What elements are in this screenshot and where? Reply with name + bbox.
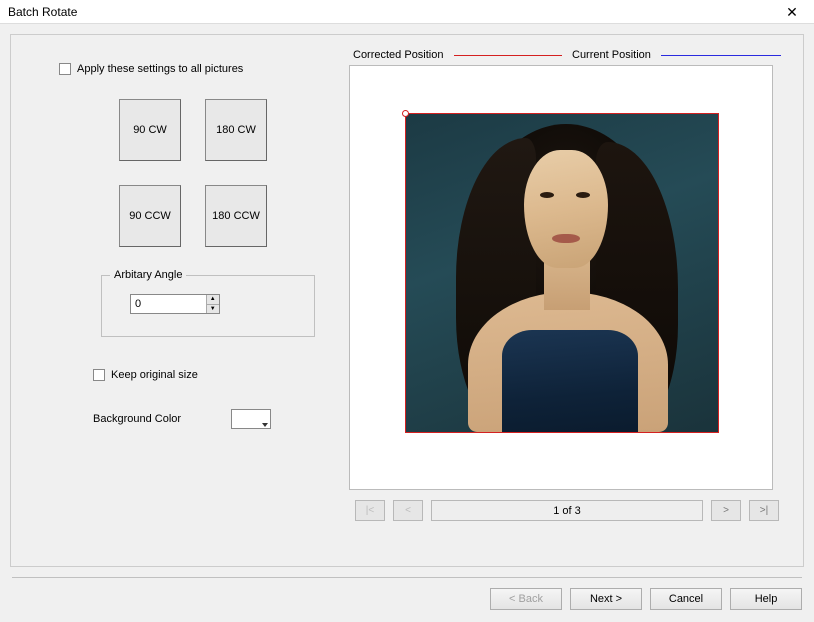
pager-first-button[interactable]: |<: [355, 500, 385, 521]
spinner-up-button[interactable]: ▲: [207, 295, 219, 305]
pager-status: 1 of 3: [431, 500, 703, 521]
back-button[interactable]: < Back: [490, 588, 562, 610]
arbitrary-angle-input[interactable]: [131, 295, 206, 313]
preview-canvas[interactable]: [349, 65, 773, 490]
preview-pane: Corrected Position Current Position: [349, 49, 785, 548]
keep-size-row: Keep original size: [93, 369, 329, 381]
next-button[interactable]: Next >: [570, 588, 642, 610]
legend-current-line: [661, 55, 781, 56]
preview-image-frame: [405, 113, 719, 433]
arbitrary-angle-label: Arbitary Angle: [110, 269, 186, 281]
bgcolor-picker[interactable]: [231, 409, 271, 429]
cancel-button[interactable]: Cancel: [650, 588, 722, 610]
pager-prev-button[interactable]: <: [393, 500, 423, 521]
dialog-body: Apply these settings to all pictures 90 …: [0, 24, 814, 622]
rotate-button-grid: 90 CW 180 CW 90 CCW 180 CCW: [119, 99, 329, 247]
content-frame: Apply these settings to all pictures 90 …: [10, 34, 804, 567]
legend-current: Current Position: [572, 49, 781, 61]
arbitrary-angle-spinner[interactable]: ▲ ▼: [130, 294, 220, 314]
pager-last-button[interactable]: >|: [749, 500, 779, 521]
pager-next-button[interactable]: >: [711, 500, 741, 521]
apply-all-row: Apply these settings to all pictures: [59, 63, 329, 75]
window-title: Batch Rotate: [8, 5, 77, 19]
keep-size-label: Keep original size: [111, 369, 198, 381]
legend-current-label: Current Position: [572, 49, 651, 61]
legend-row: Corrected Position Current Position: [349, 49, 785, 65]
rotate-90-ccw-button[interactable]: 90 CCW: [119, 185, 181, 247]
apply-all-checkbox[interactable]: [59, 63, 71, 75]
title-bar: Batch Rotate ✕: [0, 0, 814, 24]
rotate-handle-icon[interactable]: [402, 110, 409, 117]
pager: |< < 1 of 3 > >|: [349, 500, 785, 521]
arbitrary-angle-group: Arbitary Angle ▲ ▼: [101, 275, 315, 337]
keep-size-checkbox[interactable]: [93, 369, 105, 381]
settings-pane: Apply these settings to all pictures 90 …: [29, 49, 329, 548]
bgcolor-label: Background Color: [93, 413, 181, 425]
rotate-90-cw-button[interactable]: 90 CW: [119, 99, 181, 161]
bgcolor-row: Background Color: [93, 409, 329, 429]
rotate-180-cw-button[interactable]: 180 CW: [205, 99, 267, 161]
apply-all-label: Apply these settings to all pictures: [77, 63, 243, 75]
footer-buttons: < Back Next > Cancel Help: [10, 578, 804, 612]
close-button[interactable]: ✕: [776, 2, 808, 22]
legend-corrected-label: Corrected Position: [353, 49, 444, 61]
rotate-180-ccw-button[interactable]: 180 CCW: [205, 185, 267, 247]
help-button[interactable]: Help: [730, 588, 802, 610]
spinner-down-button[interactable]: ▼: [207, 305, 219, 314]
legend-corrected-line: [454, 55, 563, 56]
legend-corrected: Corrected Position: [353, 49, 562, 61]
spinner-buttons: ▲ ▼: [206, 295, 219, 313]
preview-image: [406, 114, 718, 432]
